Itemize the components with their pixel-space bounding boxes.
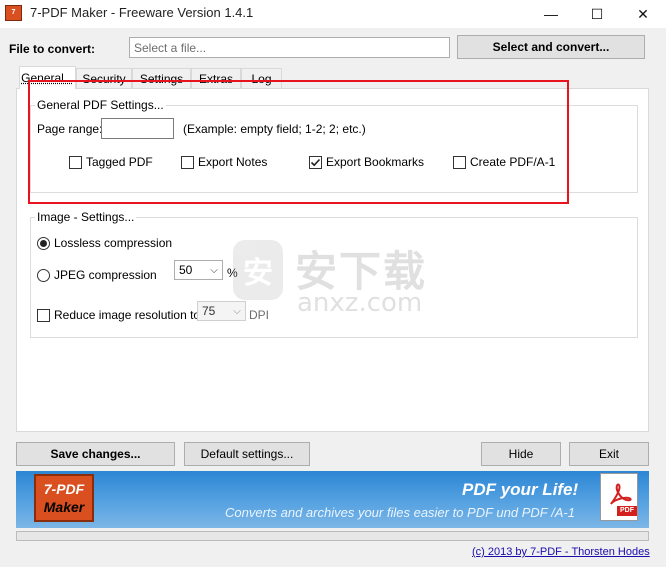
radio-circle[interactable] (37, 236, 50, 250)
hide-button[interactable]: Hide (481, 442, 561, 466)
banner-slogan: PDF your Life! (462, 480, 579, 499)
progress-bar (16, 531, 649, 541)
pdf-document-icon: PDF (600, 473, 638, 521)
pdf-badge: PDF (617, 506, 637, 516)
jpeg-quality-select[interactable]: 50 ⌵ (174, 260, 223, 280)
logo-line-1: 7-PDF (43, 481, 85, 497)
select-and-convert-button[interactable]: Select and convert... (457, 35, 645, 59)
image-settings-title: Image - Settings... (35, 210, 137, 224)
save-changes-button[interactable]: Save changes... (16, 442, 175, 466)
exit-button[interactable]: Exit (569, 442, 649, 466)
file-input[interactable] (129, 37, 450, 58)
minimize-button[interactable]: — (528, 0, 574, 28)
file-to-convert-label: File to convert: (9, 42, 96, 56)
window-title: 7-PDF Maker - Freeware Version 1.4.1 (30, 5, 254, 20)
acrobat-swirl-icon (610, 483, 632, 505)
radio-dot (40, 239, 47, 247)
lossless-compression-label: Lossless compression (54, 236, 173, 250)
banner-subtitle: Converts and archives your files easier … (225, 505, 575, 520)
close-button[interactable]: ✕ (620, 0, 666, 28)
dpi-value: 75 (202, 304, 216, 318)
jpeg-compression-radio[interactable]: JPEG compression (37, 268, 157, 282)
checkbox-box[interactable] (37, 308, 50, 322)
logo-line-2: Maker (43, 499, 85, 515)
maximize-button[interactable]: ☐ (574, 0, 620, 28)
7pdf-maker-logo: 7-PDF Maker (34, 474, 94, 522)
chevron-down-icon[interactable]: ⌵ (206, 265, 222, 276)
app-icon: 7 (5, 5, 22, 21)
lossless-compression-radio[interactable]: Lossless compression (37, 236, 172, 250)
copyright-link[interactable]: (c) 2013 by 7-PDF - Thorsten Hodes (472, 546, 650, 558)
watermark-text-en: anxz.com (297, 288, 423, 318)
jpeg-quality-value: 50 (179, 263, 193, 277)
annotation-highlight-box (28, 80, 569, 204)
watermark-logo-icon: 安 (233, 240, 283, 300)
radio-circle[interactable] (37, 268, 50, 282)
jpeg-compression-label: JPEG compression (54, 268, 157, 282)
watermark: 安 安下载 anxz.com (233, 238, 443, 328)
default-settings-button[interactable]: Default settings... (184, 442, 310, 466)
reduce-resolution-checkbox[interactable]: Reduce image resolution to (37, 308, 200, 322)
reduce-resolution-label: Reduce image resolution to (54, 308, 201, 322)
